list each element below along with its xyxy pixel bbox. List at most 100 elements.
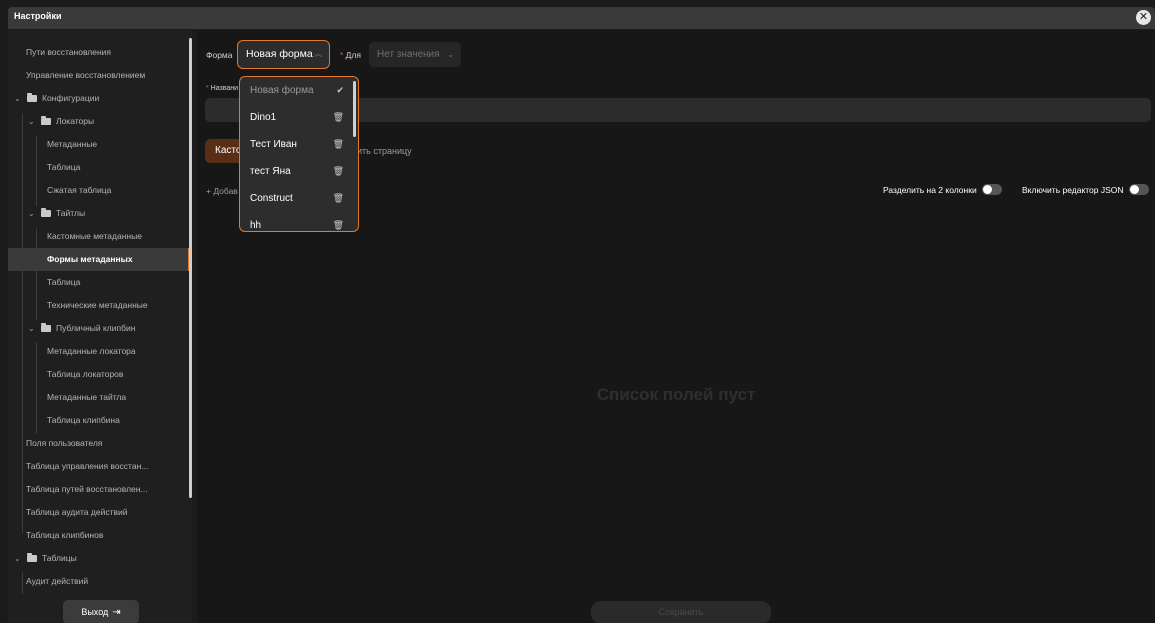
dropdown-option-label: Dino1 [250,112,277,123]
sidebar-item-label: Таблица аудита действий [26,507,128,517]
folder-icon [41,323,51,332]
sidebar-item-label: Таблица клипбинов [26,530,104,540]
dropdown-option[interactable]: hh 🗑 [240,212,352,231]
sidebar-item-label: Метаданные [47,139,98,149]
sidebar-item-locators-table[interactable]: Таблица локаторов [8,363,188,386]
sidebar-item-label: Технические метаданные [47,300,148,310]
dropdown-option[interactable]: Тест Иван 🗑 [240,131,352,158]
dropdown-option-label: Construct [250,193,293,204]
json-editor-label: Включить редактор JSON [1022,185,1124,195]
sidebar-item-action-audit[interactable]: Аудит действий [8,570,188,593]
trash-icon[interactable]: 🗑 [333,158,344,185]
sidebar-item-custom-metadata[interactable]: Кастомные метаданные [8,225,188,248]
sidebar-item-label: Формы метаданных [47,254,133,264]
trash-icon[interactable]: 🗑 [333,185,344,212]
sidebar-item-label: Конфигурации [42,93,100,103]
sidebar-item-configurations[interactable]: ⌄ Конфигурации [8,87,188,110]
split-columns-toggle[interactable] [981,184,1002,195]
trash-icon[interactable]: 🗑 [333,104,344,131]
logout-icon: ⇥ [112,607,121,618]
sidebar-item-label: Таблица [47,277,81,287]
dropdown-option-label: Тест Иван [250,139,297,150]
for-select[interactable]: Нет значения ⌄ [369,42,461,67]
save-button[interactable]: Сохранить [591,601,771,623]
sidebar-item-restore-paths-table[interactable]: Таблица путей восстановлен... [8,478,188,501]
sidebar-item-titles[interactable]: ⌄ Тайтлы [8,202,188,225]
sidebar-item-label: Таблица управления восстан... [26,461,149,471]
chevron-down-icon: ⌄ [14,554,21,563]
sidebar-item-locator-metadata[interactable]: Метаданные [8,133,188,156]
sidebar-item-label: Пути восстановления [26,47,112,57]
close-icon[interactable]: ✕ [1136,10,1151,25]
dropdown-option[interactable]: Dino1 🗑 [240,104,352,131]
sidebar-item-clipbins-table[interactable]: Таблица клипбинов [8,524,188,547]
form-select-value: Новая форма [246,48,313,60]
sidebar-item-compressed-table[interactable]: Сжатая таблица [8,179,188,202]
folder-icon [41,208,51,217]
sidebar-item-label: Таблица клипбина [47,415,120,425]
sidebar-item-label: Тайтлы [56,208,86,218]
sidebar-item-label: Аудит действий [26,576,89,586]
sidebar-item-label: Кастомные метаданные [47,231,142,241]
dropdown-option-label: тест Яна [250,166,291,177]
sidebar-item-label: Таблицы [42,553,77,563]
dropdown-option[interactable]: Construct 🗑 [240,185,352,212]
sidebar-item-technical-metadata[interactable]: Технические метаданные [8,294,188,317]
form-label: Форма [206,50,233,60]
for-label-text: Для [345,50,361,60]
exit-button-label: Выход [81,607,109,617]
sidebar-item-locator-metadata-pub[interactable]: Метаданные локатора [8,340,188,363]
sidebar-item-public-clipbin[interactable]: ⌄ Публичный клипбин [8,317,188,340]
check-icon: ✔ [336,85,344,95]
dropdown-option-label: Новая форма [250,85,314,96]
sidebar-item-audit-table[interactable]: Таблица аудита действий [8,501,188,524]
sidebar: Пути восстановления Управление восстанов… [8,30,192,623]
chevron-down-icon: ⌄ [28,324,35,333]
split-columns-label: Разделить на 2 колонки [883,185,977,195]
trash-icon[interactable]: 🗑 [333,212,344,231]
folder-icon [27,93,37,102]
dropdown-scrollbar[interactable] [353,81,356,137]
sidebar-item-metadata-forms[interactable]: Формы метаданных [8,248,190,271]
window-titlebar: Настройки ✕ [8,7,1155,29]
chevron-down-icon: ⌄ [28,117,35,126]
empty-fields-message: Список полей пуст [596,385,756,404]
sidebar-item-label: Поля пользователя [26,438,103,448]
sidebar-item-titles-table[interactable]: Таблица [8,271,188,294]
folder-icon [41,116,51,125]
dropdown-option[interactable]: Новая форма ✔ [240,77,352,104]
exit-button[interactable]: Выход ⇥ [63,600,139,623]
sidebar-item-label: Таблица путей восстановлен... [26,484,148,494]
dropdown-option[interactable]: тест Яна 🗑 [240,158,352,185]
sidebar-item-locators[interactable]: ⌄ Локаторы [8,110,188,133]
sidebar-item-label: Публичный клипбин [56,323,136,333]
sidebar-item-label: Метаданные локатора [47,346,136,356]
sidebar-item-clipbin-table[interactable]: Таблица клипбина [8,409,188,432]
chevron-down-icon: ⌄ [14,94,21,103]
sidebar-item-restore-management[interactable]: Управление восстановлением [8,64,188,87]
chevron-down-icon: ⌄ [28,209,35,218]
trash-icon[interactable]: 🗑 [333,131,344,158]
add-field-link[interactable]: + Добав [206,186,238,196]
folder-icon [27,553,37,562]
sidebar-item-label: Локаторы [56,116,95,126]
name-label-text: Названи [210,85,239,92]
sidebar-item-restore-paths[interactable]: Пути восстановления [8,41,188,64]
chevron-up-icon: ︿ [314,49,322,58]
sidebar-item-label: Таблица [47,162,81,172]
form-dropdown: Новая форма ✔ Dino1 🗑 Тест Иван 🗑 тест Яна 🗑… [239,76,359,232]
sidebar-item-locator-table[interactable]: Таблица [8,156,188,179]
page-option-label[interactable]: ить страницу [357,146,412,156]
json-editor-toggle[interactable] [1128,184,1149,195]
sidebar-scrollbar[interactable] [189,38,192,498]
window-title: Настройки [14,11,62,21]
sidebar-item-label: Сжатая таблица [47,185,112,195]
form-select[interactable]: Новая форма ︿ [237,40,330,69]
for-label: * Для [340,50,361,60]
sidebar-item-restore-management-table[interactable]: Таблица управления восстан... [8,455,188,478]
sidebar-item-title-metadata[interactable]: Метаданные тайтла [8,386,188,409]
sidebar-item-user-fields[interactable]: Поля пользователя [8,432,188,455]
for-select-value: Нет значения [377,49,440,60]
sidebar-item-tables[interactable]: ⌄ Таблицы [8,547,188,570]
sidebar-item-label: Таблица локаторов [47,369,124,379]
